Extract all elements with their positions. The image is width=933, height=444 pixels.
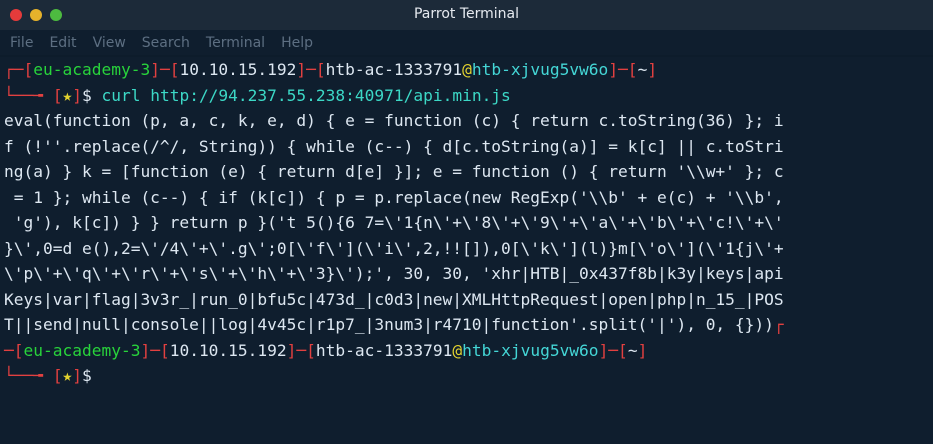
prompt-machine: htb-xjvug5vw6o [462, 340, 599, 360]
prompt-user: htb-ac-1333791 [315, 340, 453, 360]
prompt-star: ★ [62, 85, 73, 105]
menu-edit[interactable]: Edit [41, 35, 84, 51]
window-title: Parrot Terminal [413, 6, 520, 22]
prompt-at: @ [452, 340, 463, 360]
output-line: 'g'), k[c]) } } return p }('t 5(){6 7=\'… [4, 213, 784, 232]
prompt-machine: htb-xjvug5vw6o [471, 60, 609, 79]
prompt-at: @ [462, 60, 472, 79]
menu-bar: File Edit View Search Terminal Help [0, 30, 933, 55]
command-text: curl http://94.237.55.238:40971/api.min.… [101, 85, 511, 105]
output-line: f (!''.replace(/^/, String)) { while (c-… [4, 136, 784, 156]
output-line-last: T||send|null|console||log|4v45c|r1p7_|3n… [4, 315, 784, 334]
prompt-cwd: ~ [627, 340, 638, 360]
prompt-host: eu-academy-3 [33, 60, 151, 79]
prompt-line-1: ┌─[eu-academy-3]─[10.10.15.192]─[htb-ac-… [4, 60, 658, 79]
prompt-line-2: ─[eu-academy-3]─[10.10.15.192]─[htb-ac-1… [4, 340, 648, 360]
prompt-star: ★ [62, 366, 73, 385]
prompt-host: eu-academy-3 [23, 340, 141, 360]
prompt-ip: 10.10.15.192 [169, 340, 287, 360]
menu-file[interactable]: File [0, 35, 41, 51]
menu-help[interactable]: Help [273, 35, 321, 51]
output-line: \'p\'+\'q\'+\'r\'+\'s\'+\'h\'+\'3}\');',… [4, 264, 784, 283]
prompt-user: htb-ac-1333791 [325, 60, 463, 79]
prompt-dollar: $ [81, 85, 92, 105]
command-line-2[interactable]: └──╼ [★]$ [4, 363, 933, 389]
output-line: Keys|var|flag|3v3r_|run_0|bfu5c|473d_|c0… [4, 289, 784, 309]
menu-terminal[interactable]: Terminal [198, 35, 273, 51]
output-line-text: T||send|null|console||log|4v45c|r1p7_|3n… [4, 315, 774, 334]
output-line: eval(function (p, a, c, k, e, d) { e = f… [4, 111, 784, 130]
terminal-window: Parrot Terminal File Edit View Search Te… [0, 0, 933, 444]
terminal-output[interactable]: ┌─[eu-academy-3]─[10.10.15.192]─[htb-ac-… [0, 57, 933, 444]
menu-search[interactable]: Search [134, 35, 198, 51]
output-line: = 1 }; while (c--) { if (k[c]) { p = p.r… [4, 187, 784, 207]
command-line-1: └──╼ [★]$ curl http://94.237.55.238:4097… [4, 85, 511, 105]
menu-view[interactable]: View [85, 35, 134, 51]
prompt-ip: 10.10.15.192 [179, 60, 297, 79]
title-bar[interactable]: Parrot Terminal [0, 0, 933, 31]
output-line: }\',0=d e(),2=\'/4\'+\'.g\';0[\'f\'](\'i… [4, 238, 784, 258]
prompt-dollar: $ [81, 366, 92, 385]
output-line: ng(a) } k = [function (e) { return d[e] … [4, 162, 784, 181]
prompt-cwd: ~ [637, 60, 648, 79]
